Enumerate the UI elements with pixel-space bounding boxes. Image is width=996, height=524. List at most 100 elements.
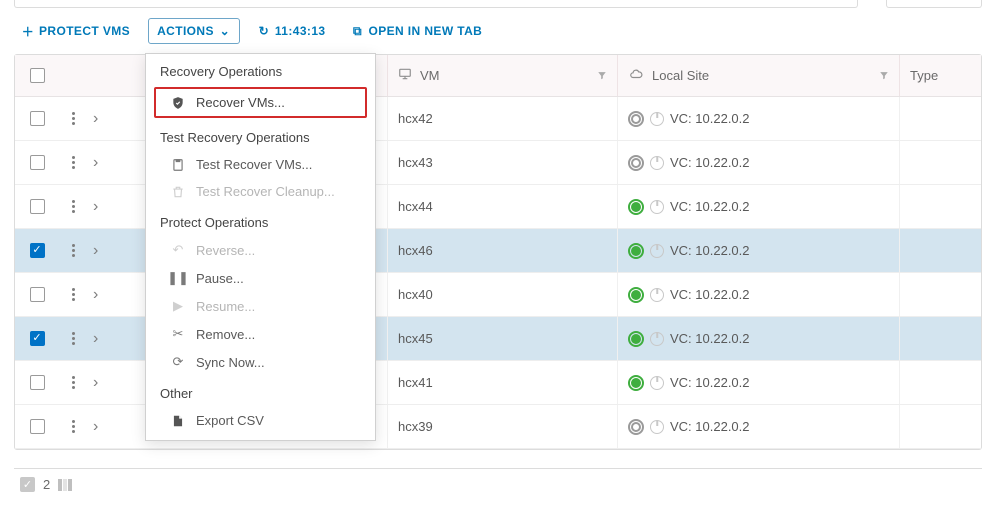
menu-group-protect: Protect Operations (146, 205, 375, 236)
data-grid: VM Local Site Type › hcx42 VC: 10.22.0.2 › h… (14, 54, 982, 450)
expand-row-icon[interactable]: › (93, 374, 98, 392)
menu-item-remove[interactable]: ✂ Remove... (146, 320, 375, 348)
power-icon (650, 332, 664, 346)
menu-recover-label: Recover VMs... (196, 95, 285, 110)
protect-vms-button[interactable]: ＋ PROTECT VMS (14, 19, 138, 43)
menu-sync-label: Sync Now... (196, 355, 265, 370)
menu-item-pause[interactable]: ❚❚ Pause... (146, 264, 375, 292)
status-icon (628, 243, 644, 259)
footer-selected-count: 2 (43, 477, 50, 492)
expand-row-icon[interactable]: › (93, 110, 98, 128)
row-actions-icon[interactable] (67, 288, 79, 301)
row-actions-icon[interactable] (67, 332, 79, 345)
power-icon (650, 244, 664, 258)
chevron-down-icon: ⌄ (219, 25, 231, 37)
expand-row-icon[interactable]: › (93, 330, 98, 348)
row-actions-icon[interactable] (67, 376, 79, 389)
menu-item-test-recover[interactable]: Test Recover VMs... (146, 151, 375, 178)
column-picker-icon[interactable] (58, 479, 72, 491)
toolbar: ＋ PROTECT VMS ACTIONS ⌄ ↻ 11:43:13 ⧉ OPE… (0, 14, 996, 54)
row-actions-icon[interactable] (67, 200, 79, 213)
refresh-icon: ↻ (258, 25, 270, 37)
filter-icon[interactable] (597, 68, 607, 83)
expand-row-icon[interactable]: › (93, 242, 98, 260)
column-site-label: Local Site (652, 68, 709, 83)
row-checkbox[interactable] (30, 331, 45, 346)
sync-icon: ⟳ (170, 354, 186, 370)
expand-row-icon[interactable]: › (93, 286, 98, 304)
refresh-time: 11:43:13 (275, 24, 326, 38)
grid-footer: 2 (14, 468, 982, 500)
site-name: VC: 10.22.0.2 (670, 331, 750, 346)
column-header-vm[interactable]: VM (387, 55, 617, 96)
power-icon (650, 420, 664, 434)
panel-stub-left (14, 0, 858, 8)
trash-icon (170, 185, 186, 199)
vm-name: hcx41 (398, 375, 433, 390)
undo-icon: ↶ (170, 242, 186, 258)
actions-menu: Recovery Operations Recover VMs... Test … (145, 53, 376, 441)
column-vm-label: VM (420, 68, 440, 83)
actions-label: ACTIONS (157, 24, 214, 38)
vm-name: hcx39 (398, 419, 433, 434)
menu-pause-label: Pause... (196, 271, 244, 286)
select-all-checkbox[interactable] (30, 68, 45, 83)
row-checkbox[interactable] (30, 155, 45, 170)
row-actions-icon[interactable] (67, 156, 79, 169)
shield-check-icon (170, 96, 186, 110)
status-icon (628, 331, 644, 347)
power-icon (650, 156, 664, 170)
site-name: VC: 10.22.0.2 (670, 199, 750, 214)
menu-resume-label: Resume... (196, 299, 255, 314)
menu-group-other: Other (146, 376, 375, 407)
row-actions-icon[interactable] (67, 244, 79, 257)
open-new-tab-label: OPEN IN NEW TAB (368, 24, 482, 38)
expand-row-icon[interactable]: › (93, 154, 98, 172)
menu-item-export-csv[interactable]: Export CSV (146, 407, 375, 434)
actions-dropdown-button[interactable]: ACTIONS ⌄ (148, 18, 240, 44)
column-header-type[interactable]: Type (899, 55, 981, 96)
panel-stub-right (886, 0, 982, 8)
row-checkbox[interactable] (30, 199, 45, 214)
expand-row-icon[interactable]: › (93, 418, 98, 436)
menu-group-recovery: Recovery Operations (146, 54, 375, 85)
power-icon (650, 200, 664, 214)
vm-name: hcx42 (398, 111, 433, 126)
open-new-tab-button[interactable]: ⧉ OPEN IN NEW TAB (343, 19, 490, 43)
footer-selected-icon (20, 477, 35, 492)
menu-remove-label: Remove... (196, 327, 255, 342)
refresh-time-button[interactable]: ↻ 11:43:13 (250, 19, 334, 43)
column-header-local-site[interactable]: Local Site (617, 55, 899, 96)
vm-name: hcx45 (398, 331, 433, 346)
row-checkbox[interactable] (30, 287, 45, 302)
site-name: VC: 10.22.0.2 (670, 155, 750, 170)
expand-row-icon[interactable]: › (93, 198, 98, 216)
status-icon (628, 419, 644, 435)
vm-name: hcx43 (398, 155, 433, 170)
export-icon (170, 414, 186, 428)
menu-group-test: Test Recovery Operations (146, 120, 375, 151)
status-icon (628, 287, 644, 303)
vm-icon (398, 67, 412, 84)
row-checkbox[interactable] (30, 419, 45, 434)
menu-item-recover-vms[interactable]: Recover VMs... (154, 87, 367, 118)
row-checkbox[interactable] (30, 375, 45, 390)
menu-item-reverse: ↶ Reverse... (146, 236, 375, 264)
menu-test-cleanup-label: Test Recover Cleanup... (196, 184, 335, 199)
vm-name: hcx46 (398, 243, 433, 258)
plus-icon: ＋ (22, 25, 34, 37)
row-checkbox[interactable] (30, 111, 45, 126)
status-icon (628, 155, 644, 171)
row-checkbox[interactable] (30, 243, 45, 258)
power-icon (650, 376, 664, 390)
power-icon (650, 112, 664, 126)
column-type-label: Type (910, 68, 938, 83)
scissors-icon: ✂ (170, 326, 186, 342)
menu-item-sync[interactable]: ⟳ Sync Now... (146, 348, 375, 376)
row-actions-icon[interactable] (67, 420, 79, 433)
status-icon (628, 375, 644, 391)
menu-reverse-label: Reverse... (196, 243, 255, 258)
row-actions-icon[interactable] (67, 112, 79, 125)
filter-icon[interactable] (879, 68, 889, 83)
site-name: VC: 10.22.0.2 (670, 419, 750, 434)
